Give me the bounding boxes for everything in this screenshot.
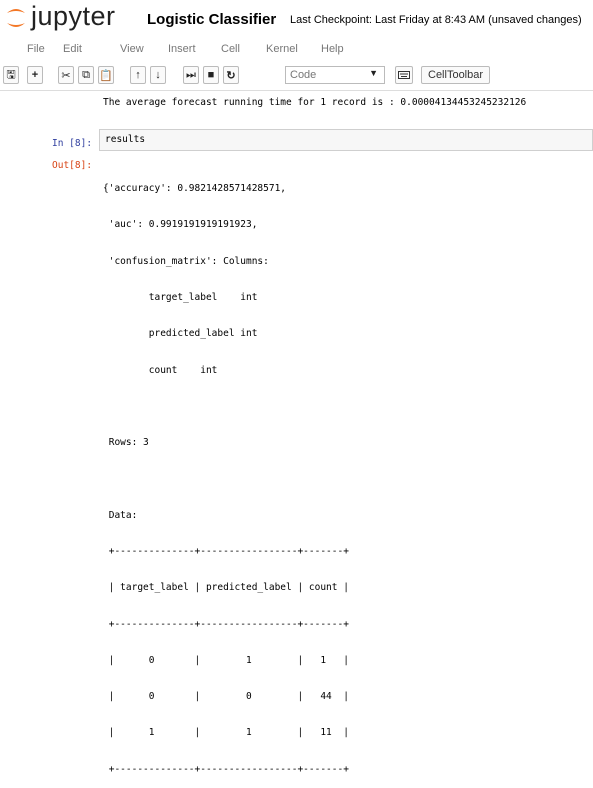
output-line: | target_label | predicted_label | count… [103, 582, 349, 594]
cell-output: {'accuracy': 0.9821428571428571, 'auc': … [103, 159, 349, 788]
save-icon[interactable]: 🖫 [3, 66, 19, 84]
output-line: Data: [103, 509, 138, 521]
menu-view[interactable]: View [120, 43, 144, 55]
menu-insert[interactable]: Insert [168, 43, 196, 55]
jupyter-logo-text[interactable]: jupyter [31, 1, 116, 32]
output-line: | 1 | 1 | 11 | [103, 727, 349, 739]
toolbar-divider [0, 90, 593, 91]
jupyter-logo-icon[interactable] [4, 4, 28, 32]
output-line: predicted_label int [103, 328, 258, 340]
input-prompt: In [8]: [52, 138, 93, 149]
notebook-header: jupyter Logistic Classifier Last Checkpo… [0, 0, 593, 36]
output-line: count int [103, 364, 218, 376]
move-up-icon[interactable]: ↑ [130, 66, 146, 84]
cut-icon[interactable]: ✂ [58, 66, 74, 84]
output-line: Rows: 3 [103, 437, 149, 449]
stop-icon[interactable]: ■ [203, 66, 219, 84]
code-input-text[interactable]: results [105, 134, 145, 145]
output-line: 'auc': 0.9919191919191923, [103, 219, 258, 231]
output-line: +--------------+-----------------+------… [103, 546, 349, 557]
add-cell-icon[interactable]: + [27, 66, 43, 84]
restart-icon[interactable]: ↻ [223, 66, 239, 84]
cell-type-value: Code [290, 69, 317, 81]
output-line: target_label int [103, 292, 258, 304]
menu-edit[interactable]: Edit [63, 43, 82, 55]
menu-help[interactable]: Help [321, 43, 344, 55]
run-icon[interactable]: ⏭ [183, 66, 199, 84]
checkpoint-status: Last Checkpoint: Last Friday at 8:43 AM … [290, 14, 582, 26]
keyboard-icon[interactable] [395, 66, 413, 84]
paste-icon[interactable]: 📋 [98, 66, 114, 84]
code-cell-input[interactable]: results [99, 129, 593, 151]
output-line: +--------------+-----------------+------… [103, 763, 349, 775]
notebook-title[interactable]: Logistic Classifier [147, 11, 276, 28]
previous-output-text: The average forecast running time for 1 … [103, 97, 527, 108]
move-down-icon[interactable]: ↓ [150, 66, 166, 84]
menu-cell[interactable]: Cell [221, 43, 240, 55]
menu-bar: File Edit View Insert Cell Kernel Help [0, 38, 593, 60]
chevron-down-icon: ▼ [369, 68, 378, 78]
output-line: {'accuracy': 0.9821428571428571, [103, 183, 287, 195]
menu-file[interactable]: File [27, 43, 45, 55]
notebook-toolbar: 🖫 + ✂ ⧉ 📋 ↑ ↓ ⏭ ■ ↻ Code ▼ CellToolbar [0, 64, 593, 88]
output-line: | 0 | 0 | 44 | [103, 691, 349, 703]
output-prompt: Out[8]: [52, 160, 93, 171]
output-line: | 0 | 1 | 1 | [103, 654, 349, 666]
copy-icon[interactable]: ⧉ [78, 66, 94, 84]
output-line: 'confusion_matrix': Columns: [103, 255, 269, 267]
cell-type-select[interactable]: Code ▼ [285, 66, 385, 84]
menu-kernel[interactable]: Kernel [266, 43, 298, 55]
output-line: +--------------+-----------------+------… [103, 618, 349, 630]
celltoolbar-button[interactable]: CellToolbar [421, 66, 491, 84]
